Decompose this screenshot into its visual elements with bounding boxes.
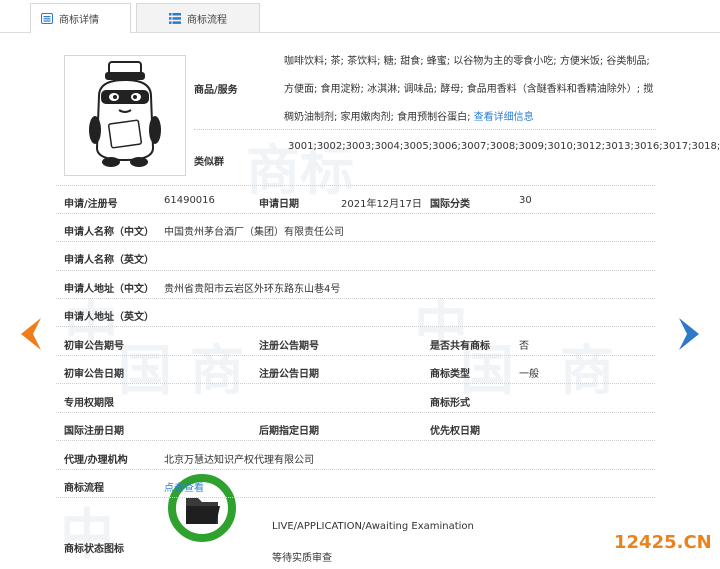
divider: [56, 326, 655, 327]
applicant-en-label: 申请人名称（英文）: [64, 255, 154, 266]
tab-label: 商标详情: [59, 15, 99, 26]
document-icon: [41, 13, 53, 24]
divider: [56, 185, 655, 186]
intl-class-label: 国际分类: [430, 199, 470, 210]
goods-services-text: 咖啡饮料; 茶; 茶饮料; 糖; 甜食; 蜂蜜; 以谷物为主的零食小吃; 方便米…: [284, 56, 654, 123]
intl-reg-date-label: 国际注册日期: [64, 426, 124, 437]
priority-date-label: 优先权日期: [430, 426, 480, 437]
trademark-logo-image[interactable]: [64, 55, 186, 176]
goods-services-label: 商品/服务: [194, 85, 238, 96]
address-cn-label: 申请人地址（中文）: [64, 284, 154, 295]
reg-notice-no-label: 注册公告期号: [259, 341, 319, 352]
intl-class-value: 30: [519, 195, 532, 206]
shared-trademark-value: 否: [519, 341, 529, 352]
divider: [56, 298, 655, 299]
divider: [56, 469, 655, 470]
divider: [56, 440, 655, 441]
trademark-process-label: 商标流程: [64, 483, 104, 494]
reg-no-value: 61490016: [164, 195, 215, 206]
tab-bar: 商标详情 商标流程: [0, 0, 720, 33]
reg-notice-date-label: 注册公告日期: [259, 369, 319, 380]
tab-label: 商标流程: [187, 14, 227, 26]
divider: [56, 213, 655, 214]
list-icon: [169, 12, 181, 24]
exclusive-period-label: 专用权期限: [64, 398, 114, 409]
address-cn-value: 贵州省贵阳市云岩区外环东路东山巷4号: [164, 284, 341, 295]
trademark-form-label: 商标形式: [430, 398, 470, 409]
status-en-text: LIVE/APPLICATION/Awaiting Examination: [272, 521, 474, 532]
divider: [56, 355, 655, 356]
goods-services-value: 咖啡饮料; 茶; 茶饮料; 糖; 甜食; 蜂蜜; 以谷物为主的零食小吃; 方便米…: [284, 48, 660, 132]
apply-date-label: 申请日期: [259, 199, 299, 210]
similar-group-value: 3001;3002;3003;3004;3005;3006;3007;3008;…: [288, 141, 720, 152]
divider: [56, 270, 655, 271]
divider: [56, 383, 655, 384]
trademark-type-value: 一般: [519, 369, 539, 380]
later-designation-date-label: 后期指定日期: [259, 426, 319, 437]
divider: [194, 129, 656, 130]
address-en-label: 申请人地址（英文）: [64, 312, 154, 323]
applicant-cn-value: 中国贵州茅台酒厂（集团）有限责任公司: [164, 227, 344, 238]
prelim-notice-date-label: 初审公告日期: [64, 369, 124, 380]
trademark-detail-panel: 商品/服务 咖啡饮料; 茶; 茶饮料; 糖; 甜食; 蜂蜜; 以谷物为主的零食小…: [0, 32, 720, 564]
agent-value: 北京万慧达知识产权代理有限公司: [164, 455, 314, 466]
shared-trademark-label: 是否共有商标: [430, 341, 490, 352]
divider: [56, 241, 655, 242]
applicant-cn-label: 申请人名称（中文）: [64, 227, 154, 238]
status-cn-text: 等待实质审查: [272, 553, 332, 564]
reg-no-label: 申请/注册号: [64, 199, 118, 210]
divider: [56, 412, 655, 413]
tab-trademark-detail[interactable]: 商标详情: [30, 3, 131, 33]
apply-date-value: 2021年12月17日: [341, 199, 422, 210]
status-icon-label: 商标状态图标: [64, 544, 124, 555]
trademark-type-label: 商标类型: [430, 369, 470, 380]
divider: [56, 497, 655, 498]
agent-label: 代理/办理机构: [64, 455, 128, 466]
similar-group-label: 类似群: [194, 157, 224, 168]
tab-trademark-process[interactable]: 商标流程: [136, 3, 260, 32]
prelim-notice-no-label: 初审公告期号: [64, 341, 124, 352]
view-process-link[interactable]: 点击查看: [164, 479, 204, 494]
mascot-logo: [89, 61, 161, 167]
view-details-link[interactable]: 查看详细信息: [474, 112, 534, 123]
